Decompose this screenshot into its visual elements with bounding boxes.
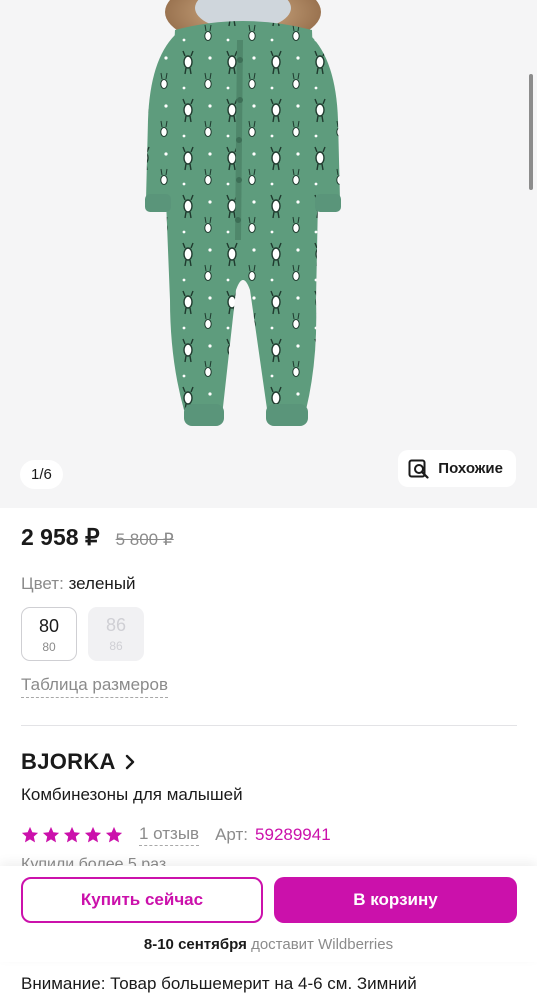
star-icon: [63, 826, 81, 843]
color-label: Цвет:: [21, 574, 64, 593]
purchase-bar: Купить сейчас В корзину 8-10 сентября до…: [0, 866, 537, 962]
price-row: 2 958 ₽ 5 800 ₽: [21, 524, 174, 551]
add-to-cart-button[interactable]: В корзину: [274, 877, 517, 923]
size-sub-label: 86: [109, 639, 123, 653]
section-divider: [21, 725, 517, 726]
delivery-carrier: доставит Wildberries: [251, 936, 394, 953]
similar-label: Похожие: [438, 460, 503, 477]
size-option-86[interactable]: 86 86: [88, 607, 144, 661]
size-option-80[interactable]: 80 80: [21, 607, 77, 661]
star-icon: [105, 826, 123, 843]
article-number[interactable]: 59289941: [255, 825, 331, 845]
old-price: 5 800 ₽: [115, 530, 174, 549]
color-value: зеленый: [68, 574, 136, 593]
size-table-link[interactable]: Таблица размеров: [21, 675, 168, 698]
brand-link[interactable]: BJORKA: [21, 749, 136, 775]
product-category: Комбинезоны для малышей: [21, 785, 243, 804]
size-sub-label: 80: [42, 640, 56, 654]
chevron-right-icon: [125, 754, 134, 770]
rating-row: 1 отзыв Арт: 59289941: [21, 824, 331, 846]
rating-stars: [21, 826, 123, 844]
similar-button[interactable]: Похожие: [398, 450, 516, 487]
star-icon: [21, 826, 39, 843]
delivery-date: 8-10 сентября: [143, 936, 247, 953]
buy-now-button[interactable]: Купить сейчас: [21, 877, 263, 923]
color-row: Цвет: зеленый: [21, 574, 136, 594]
page-scrollbar[interactable]: [529, 74, 533, 190]
brand-name: BJORKA: [21, 749, 116, 774]
reviews-link[interactable]: 1 отзыв: [139, 824, 200, 846]
star-icon: [42, 826, 60, 843]
size-notice: Внимание: Товар большемерит на 4-6 см. З…: [21, 974, 417, 993]
delivery-info: 8-10 сентября доставит Wildberries: [0, 936, 537, 953]
photo-counter: 1/6: [20, 460, 63, 489]
size-main-label: 80: [38, 616, 60, 636]
current-price: 2 958 ₽: [21, 524, 100, 550]
star-icon: [84, 826, 102, 843]
product-photo: [145, 0, 341, 426]
article-label: Арт:: [215, 825, 249, 844]
product-gallery[interactable]: 1/6 Похожие: [0, 0, 537, 508]
size-main-label: 86: [105, 615, 127, 635]
search-similar-icon: [408, 459, 429, 479]
